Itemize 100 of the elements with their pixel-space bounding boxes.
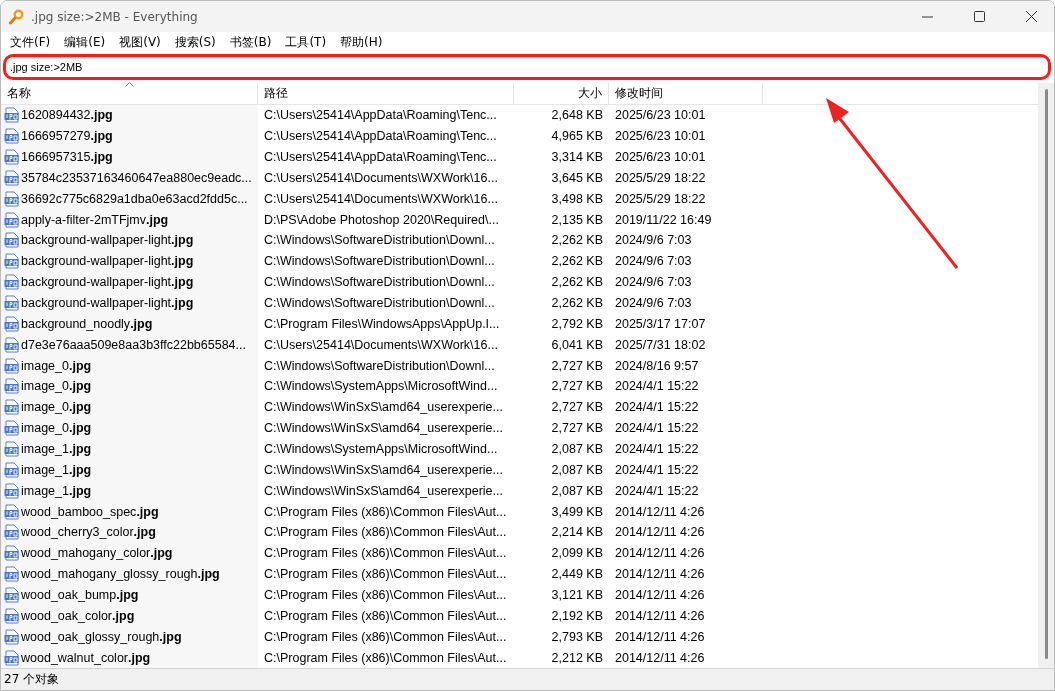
modified-time-cell-text: 2014/12/11 4:26 [614,628,706,646]
image-file-icon [4,315,19,332]
image-file-icon [4,482,19,499]
file-name-cell[interactable]: 1620894432.jpg [1,104,258,126]
search-field[interactable]: .jpg size:>2MB [3,54,1051,80]
file-name-cell[interactable]: image_1.jpg [1,459,258,481]
modified-time-cell-text: 2024/9/6 7:03 [614,274,693,292]
size-cell-text: 3,314 KB [550,149,604,166]
column-header[interactable]: 路径 [258,83,514,104]
menu-item[interactable]: 视图(V) [112,33,168,51]
file-name-cell[interactable]: wood_walnut_color.jpg [1,647,258,669]
column-header[interactable]: 大小 [514,83,609,104]
file-name-cell[interactable]: wood_bamboo_spec.jpg [1,501,258,523]
file-name-cell[interactable]: image_1.jpg [1,438,258,460]
path-cell-text: C:\Program Files (x86)\Common Files\Aut... [263,566,508,584]
file-name: wood_oak_bump.jpg [21,588,139,603]
modified-time-cell-text: 2014/12/11 4:26 [614,524,706,542]
file-name-cell[interactable]: background-wallpaper-light.jpg [1,271,258,293]
file-name-cell[interactable]: 35784c23537163460647ea880ec9eadc... [1,167,258,189]
file-name: image_0.jpg [21,421,92,436]
menu-item[interactable]: 文件(F) [3,33,58,51]
file-name-cell[interactable]: image_0.jpg [1,376,258,397]
scrollbar[interactable] [1038,83,1054,668]
size-cell-text: 4,965 KB [550,128,604,146]
image-file-icon [4,503,19,520]
modified-time-cell-text: 2025/6/23 10:01 [614,107,707,125]
size-cell-text: 2,087 KB [550,461,604,479]
modified-time-cell-text: 2025/5/29 18:22 [614,190,707,208]
size-cell-text: 2,792 KB [550,315,604,333]
file-name-cell[interactable]: wood_mahogany_color.jpg [1,542,258,564]
file-name-cell[interactable]: image_0.jpg [1,355,258,377]
image-file-icon [4,420,19,437]
path-cell-text: C:\Windows\WinSxS\amd64_userexperie... [263,482,504,500]
size-cell-text: 2,262 KB [550,232,604,250]
image-file-icon [4,274,19,291]
file-name: 1666957315.jpg [21,150,113,164]
file-name: image_0.jpg [21,379,92,394]
size-cell-text: 2,449 KB [550,566,604,584]
path-cell-text: C:\Users\25414\Documents\WXWork\16... [263,336,499,354]
column-header[interactable]: 名称 [1,83,258,104]
file-name-cell[interactable]: wood_oak_glossy_rough.jpg [1,626,258,648]
file-name-cell[interactable]: 1666957279.jpg [1,125,258,147]
image-file-icon [4,399,19,416]
file-name-cell[interactable]: image_0.jpg [1,417,258,439]
file-name-cell[interactable]: 1666957315.jpg [1,146,258,168]
size-cell-text: 2,212 KB [550,649,604,667]
file-name-cell[interactable]: wood_cherry3_color.jpg [1,522,258,543]
modified-time-cell-text: 2014/12/11 4:26 [614,607,706,625]
menu-item[interactable]: 工具(T) [278,33,334,51]
image-file-icon [4,211,19,228]
file-name: 1666957279.jpg [21,129,113,144]
file-name: 36692c775c6829a1dba0e63acd2fdd5c... [21,191,248,206]
file-name: d7e3e76aaa509e8aa3b3ffc22bb65584... [21,337,246,352]
size-cell-text: 2,648 KB [550,107,604,125]
file-name-cell[interactable]: background_noodly.jpg [1,313,258,335]
file-name-cell[interactable]: background-wallpaper-light.jpg [1,230,258,251]
file-name: image_1.jpg [21,483,92,498]
modified-time-cell-text: 2024/9/6 7:03 [614,295,693,312]
file-name: wood_oak_color.jpg [21,608,135,623]
menu-item[interactable]: 搜索(S) [167,33,223,51]
size-cell-text: 2,727 KB [550,357,604,375]
file-name-cell[interactable]: d7e3e76aaa509e8aa3b3ffc22bb65584... [1,334,258,356]
size-cell-text: 2,087 KB [550,482,604,500]
path-cell-text: C:\Users\25414\Documents\WXWork\16... [263,190,499,208]
file-name-cell[interactable]: background-wallpaper-light.jpg [1,292,258,314]
modified-time-cell-text: 2024/9/6 7:03 [614,232,693,250]
image-file-icon [4,524,19,541]
file-name-cell[interactable]: apply-a-filter-2mTFjmv.jpg [1,209,258,230]
file-name-cell[interactable]: 36692c775c6829a1dba0e63acd2fdd5c... [1,188,258,210]
path-cell-text: C:\Windows\SoftwareDistribution\Downl... [263,232,496,250]
file-name: image_0.jpg [21,358,92,373]
file-name: background-wallpaper-light.jpg [21,275,194,290]
path-cell-text: D:\PS\Adobe Photoshop 2020\Required\... [263,211,500,229]
size-cell-text: 3,121 KB [550,587,604,605]
menu-item[interactable]: 帮助(H) [333,33,390,51]
file-name: background-wallpaper-light.jpg [21,296,194,310]
modified-time-cell-text: 2014/12/11 4:26 [614,503,706,521]
file-name: background-wallpaper-light.jpg [21,254,194,269]
file-name-cell[interactable]: image_1.jpg [1,480,258,502]
modified-time-cell-text: 2024/4/1 15:22 [614,399,700,417]
path-cell-text: C:\Users\25414\AppData\Roaming\Tenc... [263,107,498,125]
size-cell-text: 2,135 KB [550,211,604,229]
path-cell-text: C:\Users\25414\AppData\Roaming\Tenc... [263,149,498,166]
menu-item[interactable]: 编辑(E) [57,33,113,51]
path-cell-text: C:\Program Files (x86)\Common Files\Aut... [263,545,508,563]
image-file-icon [4,336,19,353]
modified-time-cell-text: 2024/4/1 15:22 [614,461,700,479]
column-header[interactable]: 修改时间 [609,83,763,104]
file-name-cell[interactable]: background-wallpaper-light.jpg [1,250,258,272]
path-cell-text: C:\Program Files (x86)\Common Files\Aut... [263,628,508,646]
file-name-cell[interactable]: wood_oak_bump.jpg [1,584,258,606]
image-file-icon [4,149,19,165]
file-name: background_noodly.jpg [21,316,153,331]
menu-item[interactable]: 书签(B) [222,33,279,51]
image-file-icon [4,545,19,562]
file-name-cell[interactable]: wood_oak_color.jpg [1,605,258,627]
file-name-cell[interactable]: wood_mahogany_glossy_rough.jpg [1,563,258,585]
file-name-cell[interactable]: image_0.jpg [1,396,258,418]
image-file-icon [4,378,19,395]
size-cell-text: 3,498 KB [550,190,604,208]
